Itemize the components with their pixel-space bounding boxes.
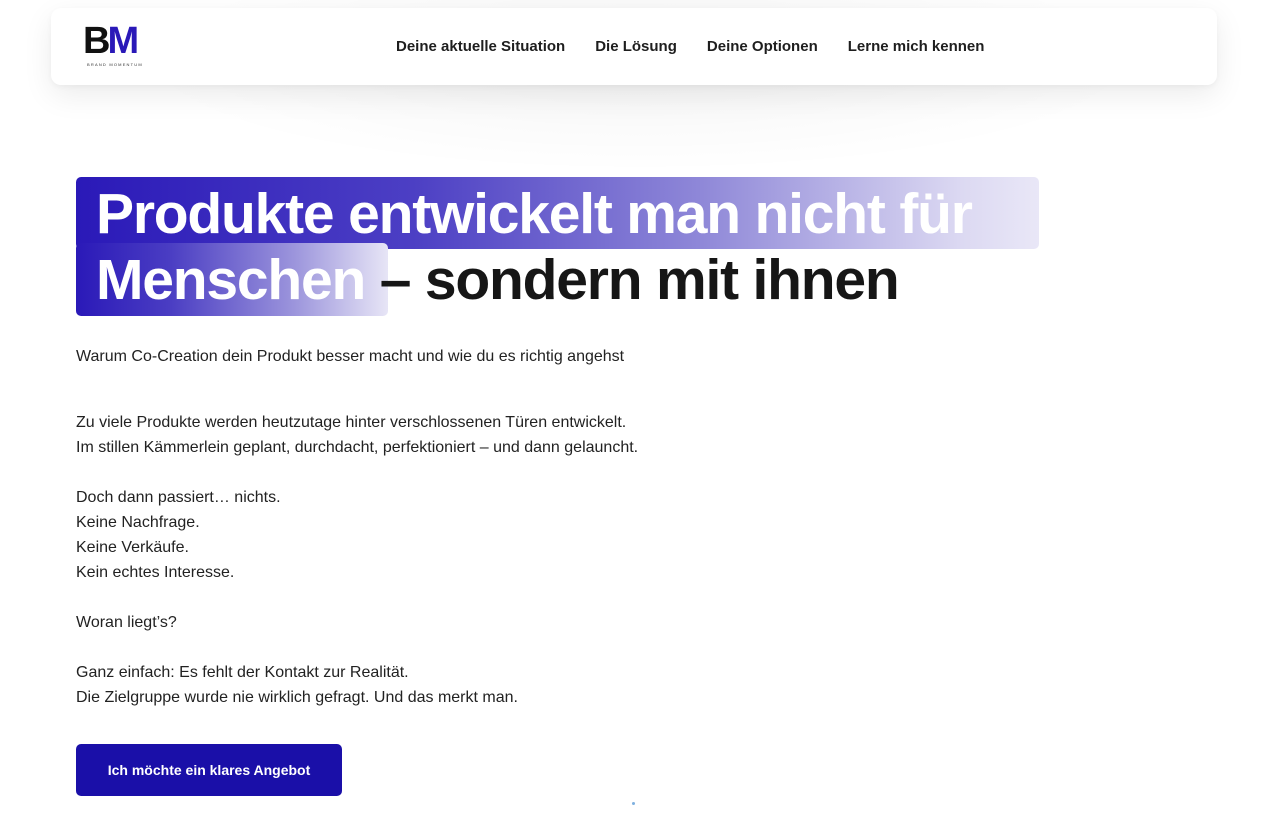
hero-subtitle: Warum Co-Creation dein Produkt besser ma…: [76, 348, 625, 365]
body-line: Die Zielgruppe wurde nie wirklich gefrag…: [76, 689, 518, 706]
body-line: Woran liegt’s?: [76, 614, 177, 631]
body-line: Doch dann passiert… nichts.: [76, 489, 281, 506]
body-line: Keine Verkäufe.: [76, 539, 189, 556]
body-line: Zu viele Produkte werden heutzutage hint…: [76, 414, 627, 431]
title-line2-rest: – sondern mit ihnen: [365, 248, 900, 312]
body-line: Ganz einfach: Es fehlt der Kontakt zur R…: [76, 664, 409, 681]
nav-item-loesung[interactable]: Die Lösung: [595, 38, 677, 55]
decorative-dot: [632, 802, 635, 805]
paragraph: Ganz einfach: Es fehlt der Kontakt zur R…: [76, 660, 776, 710]
logo-subtitle: BRAND MOMENTUM: [87, 62, 143, 67]
main-nav: Deine aktuelle Situation Die Lösung Dein…: [396, 8, 984, 85]
page: BM BRAND MOMENTUM Deine aktuelle Situati…: [0, 0, 1280, 817]
page-title: Produkte entwickelt man nicht für Mensch…: [96, 181, 973, 313]
logo-letter-b: B: [83, 20, 111, 62]
nav-item-optionen[interactable]: Deine Optionen: [707, 38, 818, 55]
site-header: BM BRAND MOMENTUM Deine aktuelle Situati…: [51, 8, 1217, 85]
cta-button[interactable]: Ich möchte ein klares Angebot: [76, 744, 342, 796]
paragraph: Doch dann passiert… nichts. Keine Nachfr…: [76, 485, 776, 585]
logo-letter-m: M: [107, 20, 139, 62]
nav-item-about[interactable]: Lerne mich kennen: [848, 38, 985, 55]
body-text: Zu viele Produkte werden heutzutage hint…: [76, 410, 776, 735]
nav-item-situation[interactable]: Deine aktuelle Situation: [396, 38, 565, 55]
logo-mark: BM: [83, 20, 139, 62]
paragraph: Woran liegt’s?: [76, 610, 776, 635]
body-line: Kein echtes Interesse.: [76, 564, 235, 581]
paragraph: Zu viele Produkte werden heutzutage hint…: [76, 410, 776, 460]
body-line: Keine Nachfrage.: [76, 514, 200, 531]
body-line: Im stillen Kämmerlein geplant, durchdach…: [76, 439, 639, 456]
brand-logo[interactable]: BM BRAND MOMENTUM: [83, 22, 153, 70]
title-line1: Produkte entwickelt man nicht für: [96, 182, 973, 246]
title-line2-highlight: Menschen: [96, 248, 366, 312]
